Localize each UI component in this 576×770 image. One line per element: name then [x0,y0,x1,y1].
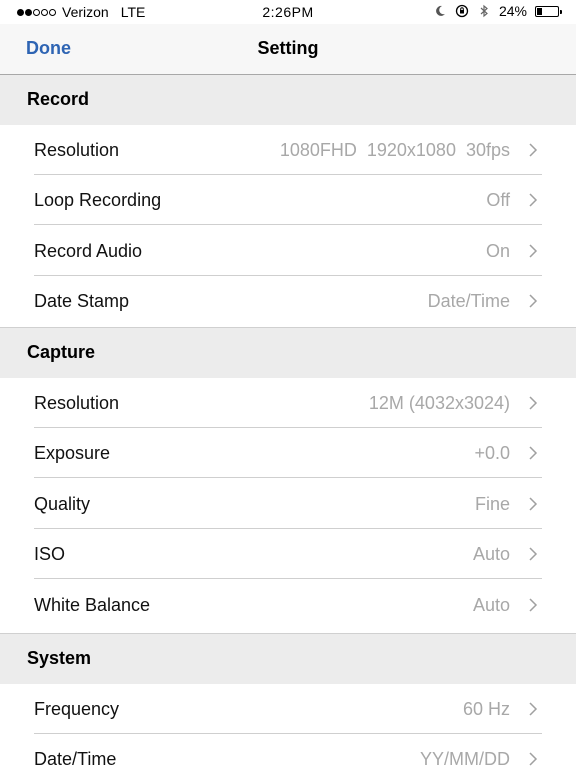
row-value: Fine [474,494,510,514]
chevron-right-icon [529,547,538,561]
chevron-right-icon [529,143,538,157]
chevron-right-icon [529,446,538,460]
chevron-right-icon [529,244,538,258]
battery-icon [535,5,562,17]
row-exposure[interactable]: Exposure +0.0 [0,428,576,478]
row-label: Record Audio [34,241,143,261]
row-value: 1080FHD 1920x1080 30fps [279,140,510,160]
battery-tip [560,9,562,14]
chevron-right-icon [529,193,538,207]
moon-icon [436,5,445,16]
row-label: Resolution [34,140,120,160]
chevron-right-icon [529,702,538,716]
rotation-lock-icon [455,4,469,18]
row-value: Auto [472,595,510,615]
row-value: 12M (4032x3024) [368,393,510,413]
section-title: System [27,648,92,668]
row-iso[interactable]: ISO Auto [0,529,576,579]
row-value: YY/MM/DD [420,749,510,769]
chevron-right-icon [529,396,538,410]
chevron-right-icon [529,752,538,766]
nav-bar: Done Setting [0,24,576,75]
row-label: White Balance [34,595,151,615]
page-title: Setting [257,38,319,58]
row-white-balance[interactable]: White Balance Auto [0,580,576,630]
row-value: Off [486,190,510,210]
section-header-capture: Capture [0,327,576,379]
row-label: Exposure [34,443,111,463]
row-value: Date/Time [427,291,510,311]
status-bar: Verizon LTE 2:26PM 24% [0,0,576,24]
row-value: +0.0 [474,443,510,463]
row-value: Auto [472,544,510,564]
row-separator [34,477,542,478]
row-label: ISO [34,544,66,564]
row-capture-resolution[interactable]: Resolution 12M (4032x3024) [0,378,576,428]
row-label: Loop Recording [34,190,162,210]
row-label: Date/Time [34,749,117,769]
section-title: Capture [27,342,96,362]
section-header-record: Record [0,75,576,126]
row-loop-recording[interactable]: Loop Recording Off [0,175,576,225]
section-title: Record [27,89,90,109]
chevron-right-icon [529,294,538,308]
row-quality[interactable]: Quality Fine [0,479,576,529]
row-separator [34,224,542,225]
row-date-stamp[interactable]: Date Stamp Date/Time [0,276,576,326]
row-date-time[interactable]: Date/Time YY/MM/DD [0,734,576,769]
battery-percent: 24% [498,3,527,19]
row-label: Date Stamp [34,291,130,311]
row-separator [34,578,542,579]
row-record-resolution[interactable]: Resolution 1080FHD 1920x1080 30fps [0,125,576,175]
chevron-right-icon [529,598,538,612]
row-value: On [485,241,510,261]
bluetooth-icon [480,4,488,18]
row-value: 60 Hz [462,699,510,719]
row-label: Frequency [34,699,120,719]
chevron-right-icon [529,497,538,511]
status-right: 24% [433,3,562,19]
battery-fill [537,7,542,15]
row-frequency[interactable]: Frequency 60 Hz [0,684,576,734]
row-label: Resolution [34,393,120,413]
row-record-audio[interactable]: Record Audio On [0,226,576,276]
section-header-system: System [0,633,576,685]
row-label: Quality [34,494,91,514]
